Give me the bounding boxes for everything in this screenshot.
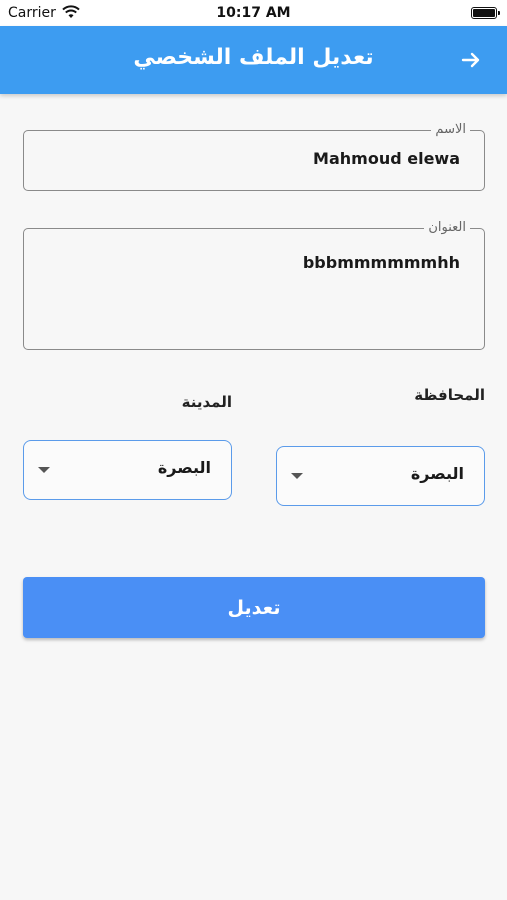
app-bar: تعديل الملف الشخصي (0, 26, 507, 94)
governorate-dropdown[interactable]: البصرة (276, 446, 485, 506)
address-value: bbbmmmmmmhh (302, 253, 460, 272)
city-dropdown[interactable]: البصرة (23, 440, 232, 500)
page-title: تعديل الملف الشخصي (133, 45, 374, 70)
name-field[interactable]: الاسم Mahmoud elewa (23, 122, 485, 191)
caret-down-icon (291, 473, 303, 479)
edit-button[interactable]: تعديل (23, 577, 485, 638)
caret-down-icon (38, 467, 50, 473)
arrow-right-icon (461, 52, 480, 68)
address-field[interactable]: العنوان bbbmmmmmmhh (23, 220, 485, 350)
governorate-label: المحافظة (414, 386, 485, 404)
city-label: المدينة (181, 393, 232, 411)
name-label: الاسم (431, 122, 470, 138)
status-time: 10:17 AM (216, 5, 291, 21)
name-value: Mahmoud elewa (313, 149, 460, 168)
governorate-value: البصرة (410, 464, 464, 483)
address-label: العنوان (424, 220, 470, 236)
back-button[interactable] (455, 44, 487, 76)
battery-icon (471, 7, 500, 19)
city-value: البصرة (157, 458, 211, 477)
status-bar: Carrier 10:17 AM (0, 0, 507, 26)
